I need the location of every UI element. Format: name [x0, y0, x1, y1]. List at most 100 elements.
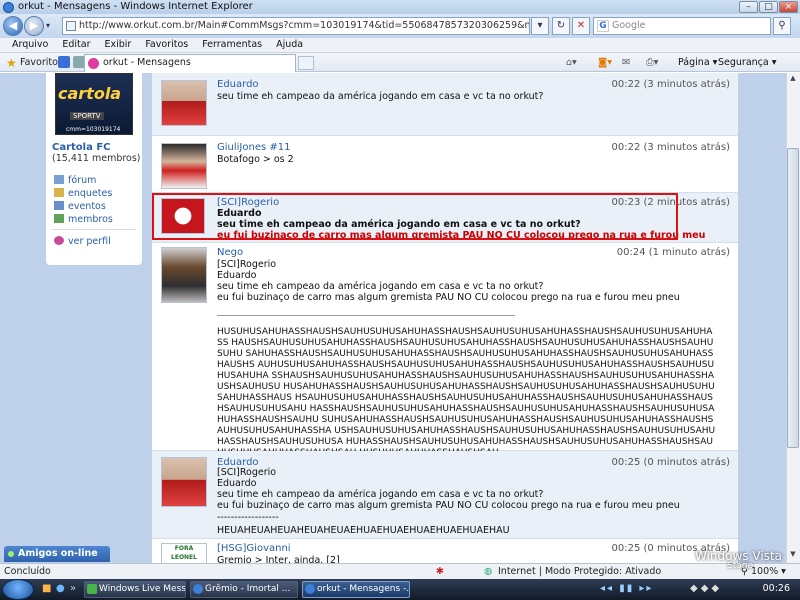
explorer-quicklaunch-icon[interactable]: ■	[42, 583, 51, 594]
mail-icon[interactable]: ✉	[622, 57, 630, 68]
messenger-icon	[87, 584, 97, 594]
message-item: Eduardo 00:25 (0 minutos atrás) [SCI]Rog…	[152, 451, 738, 539]
home-icon[interactable]: ⌂▾	[566, 57, 577, 68]
message-item: FORA LEONEL [HSG]Giovanni 00:25 (0 minut…	[152, 539, 738, 563]
forward-button[interactable]: ▶	[24, 16, 44, 36]
security-zone-text[interactable]: Internet | Modo Protegido: Ativado	[498, 564, 661, 579]
print-icon[interactable]: ⎙▾	[646, 57, 658, 68]
message-author[interactable]: [HSG]Giovanni	[217, 543, 291, 554]
sidebar-item-enquetes[interactable]: enquetes	[54, 188, 112, 199]
google-icon: G	[597, 20, 609, 32]
address-toolbar: ◀ ▶ ▾ http://www.orkut.com.br/Main#CommM…	[0, 14, 800, 38]
menu-arquivo[interactable]: Arquivo	[12, 38, 48, 52]
page-icon	[66, 21, 76, 31]
page-viewport: cartola SPORTV cmm=103019174 Cartola FC …	[0, 73, 786, 563]
message-item: GiuliJones #11 00:22 (3 minutos atrás) B…	[152, 136, 738, 193]
quick-tabs	[58, 56, 85, 68]
taskbar-item-label: Grêmio - Imortal ...	[205, 584, 291, 594]
avatar[interactable]	[161, 143, 207, 189]
highlight-box	[152, 193, 678, 240]
logo-text: cartola	[58, 84, 122, 103]
message-text: HUSUHUSAHUHASSHAUSHSAUHUSUHUSAHUHASSHAUS…	[217, 327, 716, 458]
message-time: 00:22 (3 minutos atrás)	[611, 79, 730, 90]
show-desktop-icon[interactable]: »	[70, 583, 76, 594]
internet-zone-icon: ◍	[484, 566, 493, 577]
quick-tabs-icon[interactable]	[58, 56, 70, 68]
ie-quicklaunch-icon[interactable]: ●	[56, 583, 65, 594]
message-text: HEUAHEUAHEUAHEUAHEUAEHUAEHUAEHUAEHUAEHUA…	[217, 525, 510, 536]
scrollbar-thumb[interactable]	[787, 148, 799, 448]
menu-favoritos[interactable]: Favoritos	[145, 38, 188, 52]
profile-icon	[54, 236, 64, 245]
message-author[interactable]: Nego	[217, 247, 243, 258]
watermark-line2: Stage	[727, 561, 754, 571]
members-icon	[54, 214, 64, 223]
sidebar-item-forum[interactable]: fórum	[54, 175, 96, 186]
back-button[interactable]: ◀	[3, 16, 23, 36]
taskbar-item-gremio[interactable]: Grêmio - Imortal ...	[190, 581, 298, 598]
search-button[interactable]: ⚲	[773, 17, 791, 35]
message-author[interactable]: Eduardo	[217, 79, 259, 90]
clock[interactable]: 00:26	[763, 583, 790, 594]
message-author[interactable]: GiuliJones #11	[217, 142, 290, 153]
search-input[interactable]: G Google	[593, 17, 771, 35]
scroll-down-arrow-icon[interactable]: ▼	[787, 550, 799, 562]
tab-label: orkut - Mensagens	[103, 57, 191, 68]
avatar[interactable]	[161, 247, 207, 303]
minimize-button[interactable]: –	[739, 1, 758, 13]
sidebar-item-ver-perfil[interactable]: ver perfil	[54, 236, 111, 247]
taskbar-item-label: Windows Live Mess...	[99, 584, 186, 594]
menu-ferramentas[interactable]: Ferramentas	[202, 38, 262, 52]
quote-separator	[217, 315, 515, 316]
message-text: Botafogo > os 2	[217, 154, 294, 165]
tray-icons[interactable]: ◆◆◆	[690, 583, 722, 594]
window-title: orkut - Mensagens - Windows Internet Exp…	[18, 1, 253, 12]
tab-orkut-mensagens[interactable]: orkut - Mensagens	[84, 54, 296, 72]
scroll-up-arrow-icon[interactable]: ▲	[787, 74, 799, 86]
security-menu[interactable]: Segurança ▾	[718, 57, 777, 68]
start-button[interactable]	[2, 579, 34, 600]
menu-exibir[interactable]: Exibir	[105, 38, 132, 52]
sidebar-item-eventos[interactable]: eventos	[54, 201, 106, 212]
favorites-label[interactable]: Favoritos	[20, 57, 63, 68]
page-menu[interactable]: Página ▾	[678, 57, 717, 68]
favorites-star-icon[interactable]: ★	[6, 56, 17, 70]
message-dashes: ------------------	[217, 512, 279, 523]
popup-blocked-icon[interactable]: ✱	[436, 564, 444, 579]
community-members-count: (15,411 membros)	[52, 153, 141, 164]
ie-icon	[305, 584, 315, 594]
maximize-button[interactable]: □	[759, 1, 778, 13]
menu-editar[interactable]: Editar	[62, 38, 90, 52]
community-name[interactable]: Cartola FC	[52, 142, 111, 153]
stop-button[interactable]: ✕	[572, 17, 590, 35]
calendar-icon	[54, 201, 64, 210]
message-text: Gremio > Inter, ainda. [2]	[217, 555, 340, 563]
menu-ajuda[interactable]: Ajuda	[276, 38, 303, 52]
avatar-caption: FORA LEONEL	[171, 545, 197, 561]
avatar[interactable]	[161, 457, 207, 507]
sidebar-item-membros[interactable]: membros	[54, 214, 113, 225]
menu-bar: Arquivo Editar Exibir Favoritos Ferramen…	[0, 38, 800, 53]
amigos-online-button[interactable]: Amigos on-line	[4, 546, 110, 562]
community-logo[interactable]: cartola SPORTV cmm=103019174	[55, 73, 133, 135]
sidebar-item-label: membros	[68, 214, 113, 225]
avatar[interactable]	[161, 80, 207, 126]
window-titlebar: orkut - Mensagens - Windows Internet Exp…	[0, 0, 800, 14]
media-controls-icon[interactable]: ◂◂ ▮▮ ▸▸	[600, 583, 653, 594]
logo-brand: SPORTV	[70, 112, 104, 120]
url-dropdown-button[interactable]: ▾	[531, 17, 549, 35]
taskbar-item-live-messenger[interactable]: Windows Live Mess...	[84, 581, 186, 598]
close-window-button[interactable]: ×	[779, 1, 798, 13]
new-tab-button[interactable]	[298, 56, 314, 70]
forum-icon	[54, 175, 64, 184]
poll-icon	[54, 188, 64, 197]
logo-id: cmm=103019174	[66, 126, 121, 133]
sidebar-item-label: eventos	[68, 201, 106, 212]
feeds-icon[interactable]: ◙▾	[598, 57, 612, 68]
message-quote: [SCI]Rogerio Eduardo seu time eh campeao…	[217, 259, 680, 303]
url-input[interactable]: http://www.orkut.com.br/Main#CommMsgs?cm…	[62, 17, 530, 35]
avatar[interactable]: FORA LEONEL	[161, 543, 207, 563]
refresh-button[interactable]: ↻	[552, 17, 570, 35]
history-dropdown-icon[interactable]: ▾	[46, 21, 50, 30]
taskbar-item-orkut[interactable]: orkut - Mensagens -...	[302, 581, 410, 598]
